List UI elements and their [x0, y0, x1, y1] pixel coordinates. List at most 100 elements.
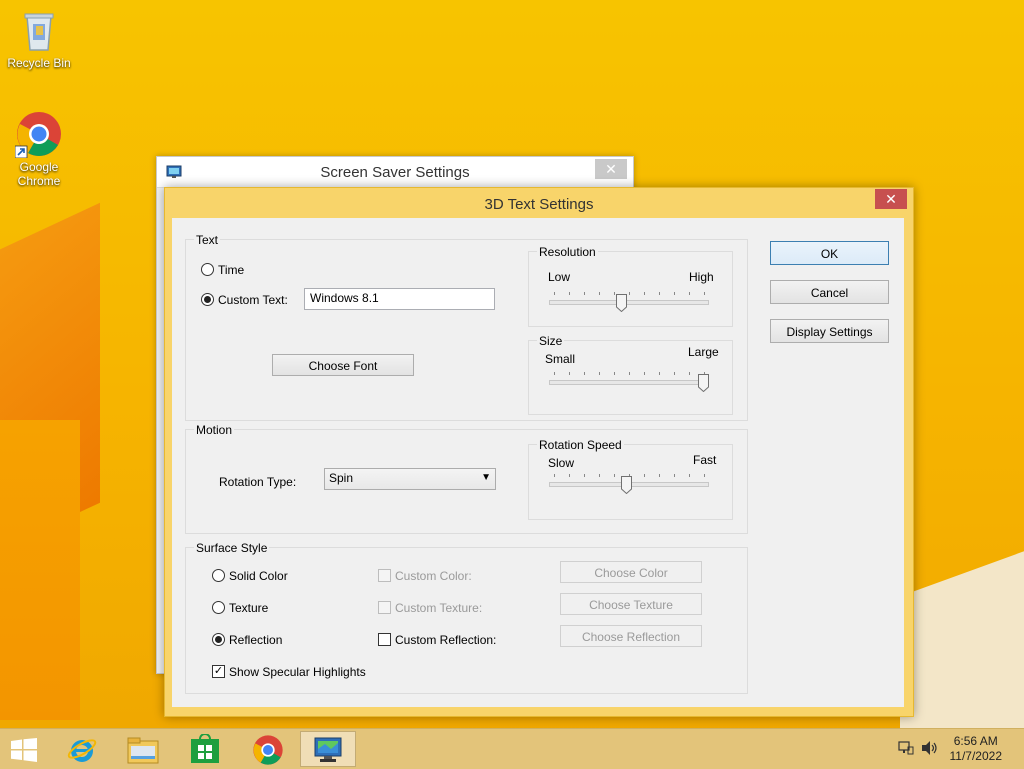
custom-reflection-checkbox[interactable] — [378, 633, 391, 646]
show-specular-checkbox[interactable]: ✓ — [212, 665, 225, 678]
rotation-speed-slider[interactable] — [549, 472, 709, 500]
volume-icon[interactable] — [921, 740, 939, 759]
taskbar-internet-explorer[interactable] — [54, 731, 110, 767]
slider-tick — [629, 292, 630, 295]
desktop-shape — [0, 420, 80, 720]
choose-font-button[interactable]: Choose Font — [272, 354, 414, 376]
custom-text-radio[interactable] — [201, 293, 214, 306]
custom-texture-checkbox[interactable] — [378, 601, 391, 614]
slider-tick — [614, 372, 615, 375]
close-icon: ✕ — [885, 191, 897, 207]
rotation-type-select[interactable]: Spin ▼ — [324, 468, 496, 490]
time-label: Time — [218, 263, 245, 277]
desktop-icon-label: Google Chrome — [17, 160, 61, 188]
slider-tick — [674, 372, 675, 375]
slider-tick — [659, 292, 660, 295]
slider-min-label: Small — [545, 352, 576, 366]
slider-tick — [689, 292, 690, 295]
custom-text-label: Custom Text: — [218, 293, 288, 307]
slider-tick — [689, 474, 690, 477]
group-label: Size — [537, 334, 565, 348]
solid-color-radio[interactable] — [212, 569, 225, 582]
slider-thumb[interactable] — [616, 294, 627, 313]
slider-tick — [584, 292, 585, 295]
slider-tick — [644, 372, 645, 375]
slider-tick — [554, 292, 555, 295]
slider-tick — [599, 474, 600, 477]
start-button[interactable] — [0, 731, 48, 767]
close-button[interactable]: ✕ — [595, 159, 627, 179]
3d-text-settings-window: 3D Text Settings ✕ Text Time Custom Text… — [164, 187, 914, 717]
taskbar: 6:56 AM 11/7/2022 — [0, 728, 1024, 769]
window-title: 3D Text Settings — [484, 196, 594, 213]
size-slider[interactable] — [549, 370, 709, 398]
group-label: Surface Style — [194, 541, 270, 555]
motion-group: Motion Rotation Type: Spin ▼ Rotation Sp… — [185, 423, 748, 534]
taskbar-file-explorer[interactable] — [116, 731, 172, 767]
slider-min-label: Slow — [548, 456, 575, 470]
desktop-icon-label: Recycle Bin — [7, 56, 71, 70]
network-icon[interactable] — [898, 740, 914, 759]
slider-max-label: Large — [688, 345, 719, 359]
desktop-icon-recycle-bin[interactable]: Recycle Bin — [1, 6, 77, 70]
slider-tick — [569, 292, 570, 295]
rotation-speed-group: Rotation Speed Slow Fast — [528, 438, 733, 520]
slider-tick — [704, 474, 705, 477]
texture-radio[interactable] — [212, 601, 225, 614]
time-radio[interactable] — [201, 263, 214, 276]
cancel-button[interactable]: Cancel — [770, 280, 889, 304]
reflection-radio[interactable] — [212, 633, 225, 646]
group-label: Motion — [194, 423, 235, 437]
taskbar-store[interactable] — [178, 731, 234, 767]
close-button[interactable]: ✕ — [875, 189, 907, 209]
slider-tick — [704, 292, 705, 295]
taskbar-clock[interactable]: 6:56 AM 11/7/2022 — [950, 734, 1003, 764]
show-specular-label: Show Specular Highlights — [229, 665, 366, 679]
slider-tick — [689, 372, 690, 375]
slider-tick — [584, 474, 585, 477]
slider-tick — [569, 372, 570, 375]
clock-time: 6:56 AM — [953, 734, 998, 748]
slider-thumb[interactable] — [621, 476, 632, 495]
custom-text-input[interactable]: Windows 8.1 — [304, 288, 495, 310]
internet-explorer-icon — [66, 734, 98, 769]
resolution-slider[interactable] — [549, 290, 709, 318]
file-explorer-icon — [127, 736, 159, 767]
choose-reflection-button[interactable]: Choose Reflection — [560, 625, 702, 647]
display-settings-button[interactable]: Display Settings — [770, 319, 889, 343]
desktop-icon-google-chrome[interactable]: Google Chrome — [1, 110, 77, 188]
slider-tick — [644, 292, 645, 295]
slider-tick — [554, 474, 555, 477]
store-icon — [190, 733, 220, 767]
taskbar-chrome[interactable] — [240, 731, 296, 767]
titlebar[interactable]: Screen Saver Settings ✕ — [157, 157, 633, 188]
size-group: Size Small Large — [528, 334, 733, 415]
chevron-down-icon: ▼ — [481, 472, 491, 483]
surface-style-group: Surface Style Solid Color Texture Reflec… — [185, 541, 748, 694]
slider-tick — [554, 372, 555, 375]
custom-texture-label: Custom Texture: — [395, 601, 483, 615]
custom-color-checkbox[interactable] — [378, 569, 391, 582]
choose-texture-button[interactable]: Choose Texture — [560, 593, 702, 615]
clock-date: 11/7/2022 — [949, 749, 1003, 763]
slider-tick — [659, 474, 660, 477]
slider-tick — [629, 372, 630, 375]
select-value: Spin — [329, 471, 354, 485]
group-label: Rotation Speed — [537, 438, 624, 452]
titlebar[interactable]: 3D Text Settings ✕ — [165, 188, 913, 218]
slider-min-label: Low — [548, 270, 571, 284]
slider-track[interactable] — [549, 380, 709, 385]
choose-color-button[interactable]: Choose Color — [560, 561, 702, 583]
taskbar-screensaver-settings[interactable] — [300, 731, 356, 767]
slider-tick — [599, 372, 600, 375]
ok-button[interactable]: OK — [770, 241, 889, 265]
chrome-icon — [14, 110, 63, 159]
window-title: Screen Saver Settings — [320, 164, 470, 181]
close-icon: ✕ — [605, 161, 617, 177]
custom-color-label: Custom Color: — [395, 569, 472, 583]
texture-label: Texture — [229, 601, 269, 615]
slider-tick — [599, 292, 600, 295]
group-label: Resolution — [537, 245, 598, 259]
slider-track[interactable] — [549, 300, 709, 305]
slider-thumb[interactable] — [698, 374, 709, 393]
